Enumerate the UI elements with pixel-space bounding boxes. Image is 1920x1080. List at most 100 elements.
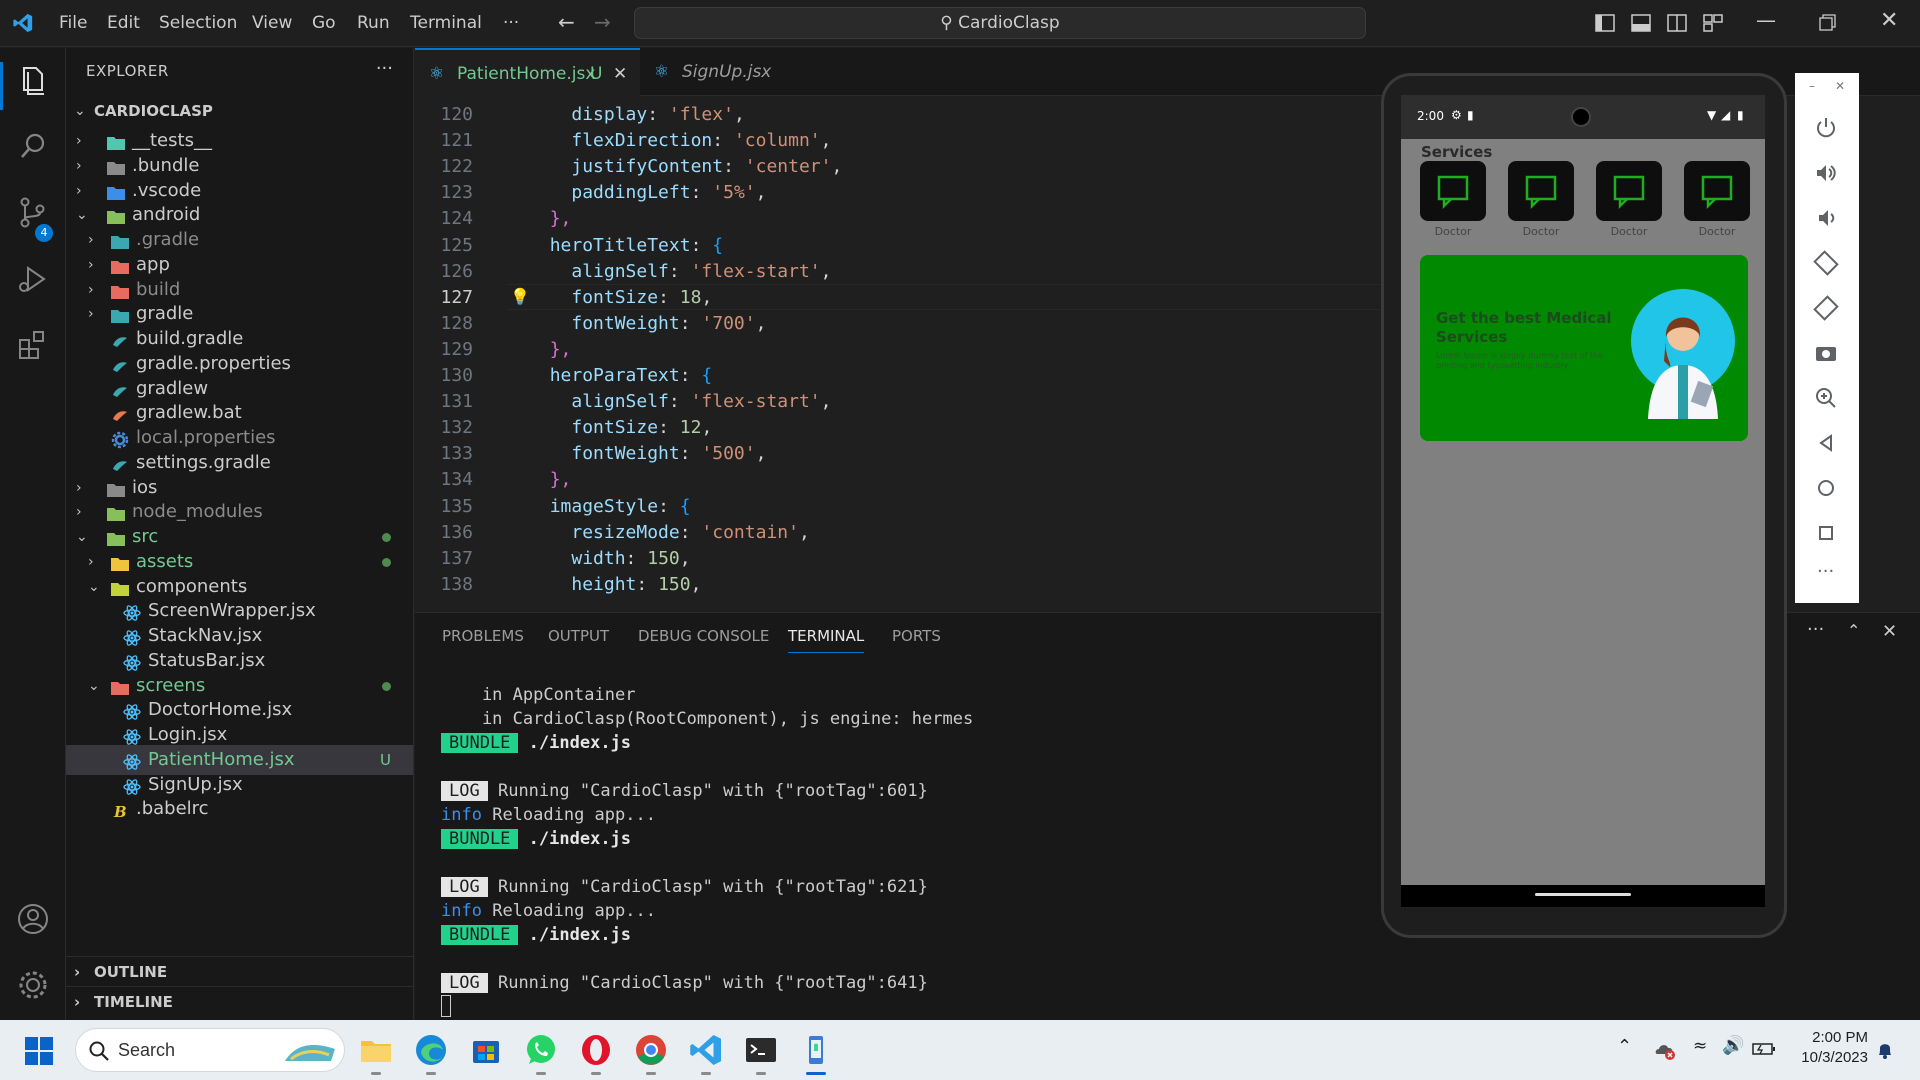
whatsapp-icon[interactable]: [523, 1032, 559, 1068]
vscode-taskbar-icon[interactable]: [688, 1032, 724, 1068]
property-value: 150: [658, 573, 691, 595]
more-actions-icon[interactable]: ···: [1807, 619, 1824, 640]
wifi-icon[interactable]: ≈: [1693, 1036, 1707, 1056]
opera-icon[interactable]: [578, 1032, 614, 1068]
toggle-secondary-sidebar-icon[interactable]: [1666, 12, 1688, 34]
menu-more[interactable]: ···: [503, 13, 519, 33]
lightbulb-icon[interactable]: 💡: [510, 287, 530, 306]
tab-debug-console[interactable]: DEBUG CONSOLE: [638, 627, 769, 645]
system-clock[interactable]: 2:00 PM 10/3/2023: [1801, 1028, 1868, 1068]
customize-layout-icon[interactable]: [1702, 12, 1724, 34]
search-icon[interactable]: [14, 128, 52, 166]
maximize-panel-icon[interactable]: ⌃: [1847, 621, 1860, 640]
timeline-section[interactable]: › TIMELINE: [66, 986, 413, 1016]
property-value: '500': [701, 443, 756, 465]
tab-terminal[interactable]: TERMINAL: [788, 627, 865, 653]
notification-bell-icon[interactable]: [1876, 1040, 1894, 1060]
tab-patienthome[interactable]: ⚛ PatientHome.jsx U ✕: [415, 48, 640, 96]
tab-problems[interactable]: PROBLEMS: [442, 627, 524, 645]
close-panel-icon[interactable]: ✕: [1882, 621, 1897, 642]
taskbar-search[interactable]: Search: [75, 1028, 345, 1072]
service-card[interactable]: [1596, 161, 1662, 221]
android-emulator-icon[interactable]: [798, 1032, 834, 1068]
volume-icon[interactable]: 🔊: [1722, 1035, 1744, 1056]
account-icon[interactable]: [14, 900, 52, 938]
code-line: fontSize: 18,: [528, 287, 712, 308]
more-icon[interactable]: ···: [1817, 561, 1834, 582]
search-highlight-icon: [285, 1045, 335, 1061]
camera-icon[interactable]: [1811, 338, 1841, 368]
service-card[interactable]: [1420, 161, 1486, 221]
terminal-icon[interactable]: [743, 1032, 779, 1068]
colon: :: [636, 573, 659, 595]
menu-view[interactable]: View: [252, 13, 292, 33]
chat-icon: [1613, 175, 1645, 210]
overview-icon[interactable]: [1811, 518, 1841, 548]
volume-down-icon[interactable]: [1811, 203, 1841, 233]
onedrive-error-icon[interactable]: [1654, 1040, 1676, 1060]
settings-gear-icon[interactable]: [14, 966, 52, 1004]
outline-section[interactable]: › OUTLINE: [66, 956, 413, 986]
android-emulator: 2:00 ⚙ ▮ ▼ ◢ ▮ Services Doctor Doctor Doct…: [1381, 73, 1787, 938]
service-card[interactable]: [1684, 161, 1750, 221]
tab-output[interactable]: OUTPUT: [548, 627, 609, 645]
menu-go[interactable]: Go: [312, 13, 336, 33]
zoom-icon[interactable]: [1811, 383, 1841, 413]
code-line: fontWeight: '500',: [528, 443, 766, 464]
menu-edit[interactable]: Edit: [107, 13, 140, 33]
menu-selection[interactable]: Selection: [159, 13, 237, 33]
chrome-icon[interactable]: [633, 1032, 669, 1068]
line-end: ,: [701, 417, 713, 439]
folder-icon: [106, 182, 126, 200]
property-value: 'contain': [701, 521, 799, 543]
hero-paragraph: Lorem Ipsum is simply dummy text of the …: [1436, 351, 1604, 370]
project-root[interactable]: ⌄ CARDIOCLASP: [66, 96, 413, 126]
menu-terminal[interactable]: Terminal: [410, 13, 482, 33]
code-editor[interactable]: 💡 120 display: 'flex', 121 flexDirection:…: [415, 96, 1380, 610]
file-explorer-icon[interactable]: [358, 1032, 394, 1068]
volume-up-icon[interactable]: [1811, 158, 1841, 188]
close-tab-icon[interactable]: ✕: [613, 50, 627, 98]
tab-signup[interactable]: ⚛ SignUp.jsx: [640, 48, 810, 96]
home-gesture-bar[interactable]: [1535, 893, 1631, 896]
menu-file[interactable]: File: [59, 13, 87, 33]
back-icon[interactable]: [1811, 428, 1841, 458]
chevron-up-icon[interactable]: ⌃: [1617, 1036, 1632, 1057]
rotate-left-icon[interactable]: [1811, 248, 1841, 278]
windows-start-icon[interactable]: [24, 1036, 54, 1066]
property-value: 'flex-start': [690, 260, 821, 282]
microsoft-store-icon[interactable]: [468, 1032, 504, 1068]
service-card[interactable]: [1508, 161, 1574, 221]
service-label: Doctor: [1610, 225, 1648, 238]
log-text: Running "CardioClasp" with {"rootTag":62…: [497, 877, 928, 897]
menu-run[interactable]: Run: [357, 13, 390, 33]
explorer-icon[interactable]: [14, 62, 52, 100]
run-debug-icon[interactable]: [14, 260, 52, 298]
phone-time: 2:00: [1417, 109, 1444, 123]
hero-card[interactable]: Get the best Medical Services Lorem Ipsu…: [1420, 255, 1748, 441]
minimize-icon[interactable]: –: [1809, 79, 1815, 93]
extensions-icon[interactable]: [14, 326, 52, 364]
log-text: Running "CardioClasp" with {"rootTag":64…: [497, 973, 928, 993]
back-arrow-icon[interactable]: ←: [558, 10, 575, 34]
restore-icon[interactable]: [1816, 12, 1838, 34]
close-window-icon[interactable]: ✕: [1880, 8, 1898, 33]
line-end: ,: [701, 286, 713, 308]
close-icon[interactable]: ✕: [1835, 79, 1845, 93]
rotate-right-icon[interactable]: [1811, 293, 1841, 323]
battery-icon[interactable]: [1752, 1042, 1776, 1056]
home-icon[interactable]: [1811, 473, 1841, 503]
minimize-icon[interactable]: —: [1756, 8, 1776, 32]
toggle-sidebar-icon[interactable]: [1594, 12, 1616, 34]
tab-ports[interactable]: PORTS: [892, 627, 941, 645]
tree-item[interactable]: B .babelrc: [66, 794, 413, 824]
edge-browser-icon[interactable]: [413, 1032, 449, 1068]
phone-screen[interactable]: 2:00 ⚙ ▮ ▼ ◢ ▮ Services Doctor Doctor Doct…: [1401, 95, 1765, 885]
more-actions-icon[interactable]: ···: [376, 58, 393, 79]
toggle-panel-icon[interactable]: [1630, 12, 1652, 34]
command-center-search[interactable]: ⚲ CardioClasp: [634, 7, 1366, 39]
power-icon[interactable]: [1811, 113, 1841, 143]
terminal-line: LOG Running "CardioClasp" with {"rootTag…: [441, 971, 928, 995]
forward-arrow-icon[interactable]: →: [594, 10, 611, 34]
